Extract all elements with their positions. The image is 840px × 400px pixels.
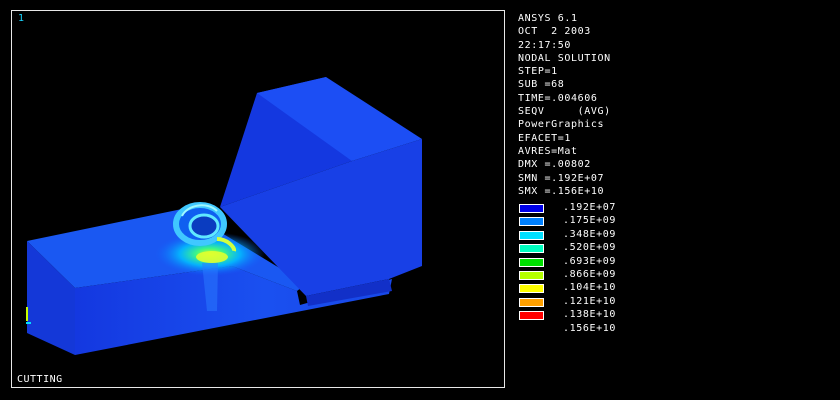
legend-row: .104E+10 [518,281,658,294]
info-step: STEP=1 [518,66,558,78]
info-substep: SUB =68 [518,79,565,91]
legend-value: .866E+09 [563,268,616,280]
legend-swatch [519,217,544,227]
legend-value: .348E+09 [563,228,616,240]
info-version: ANSYS 6.1 [518,13,578,24]
legend-swatch [519,257,544,267]
legend-value: .138E+10 [563,309,616,321]
legend-value: .156E+10 [563,322,616,334]
contour-legend: .192E+07 .175E+09.348E+09 .520E+09.693E+09… [518,201,658,335]
legend-value: .192E+07 [563,202,616,213]
legend-swatch [519,311,544,321]
legend-swatch [519,204,544,213]
info-solution-time: TIME=.004606 [518,92,598,104]
fea-stress-model [26,77,422,355]
info-dmx: DMX =.00802 [518,159,591,171]
legend-value: .520E+09 [563,242,616,254]
corner-mark [26,307,28,321]
info-avres: AVRES=Mat [518,145,578,157]
legend-value: .175E+09 [563,215,616,227]
info-efacet: EFACET=1 [518,132,571,144]
legend-swatch [519,244,544,254]
info-smn: SMN =.192E+07 [518,172,605,184]
legend-row: .175E+09 [518,214,658,227]
legend-value: .104E+10 [563,282,616,294]
info-date: OCT 2 2003 [518,26,591,38]
legend-row: .121E+10 [518,295,658,308]
legend-value: .121E+10 [563,295,616,307]
legend-row: .348E+09 [518,228,658,241]
info-solution-type: NODAL SOLUTION [518,52,611,64]
legend-row: .156E+10 [518,322,658,335]
legend-swatch [519,230,544,240]
legend-row: .138E+10 [518,308,658,321]
legend-row: .693E+09 [518,255,658,268]
legend-swatch [519,270,544,280]
plot-title: CUTTING [17,374,63,385]
info-result-item: SEQV (AVG) [518,106,611,118]
stress-hotspot [196,251,228,263]
legend-value: .693E+09 [563,255,616,267]
info-time: 22:17:50 [518,39,571,51]
legend-row: .520E+09 [518,241,658,254]
legend-row: .192E+07 [518,201,658,214]
window-number: 1 [18,13,25,24]
legend-swatch [519,297,544,307]
legend-swatch [519,284,544,294]
solution-info-panel: ANSYS 6.1 OCT 2 2003 22:17:50 NODAL SOLU… [518,12,658,198]
graphics-viewport[interactable]: 1 CUTTING [11,10,505,388]
legend-row: .866E+09 [518,268,658,281]
info-smx: SMX =.156E+10 [518,185,605,197]
info-graphics-mode: PowerGraphics [518,119,605,131]
corner-mark [26,322,31,324]
